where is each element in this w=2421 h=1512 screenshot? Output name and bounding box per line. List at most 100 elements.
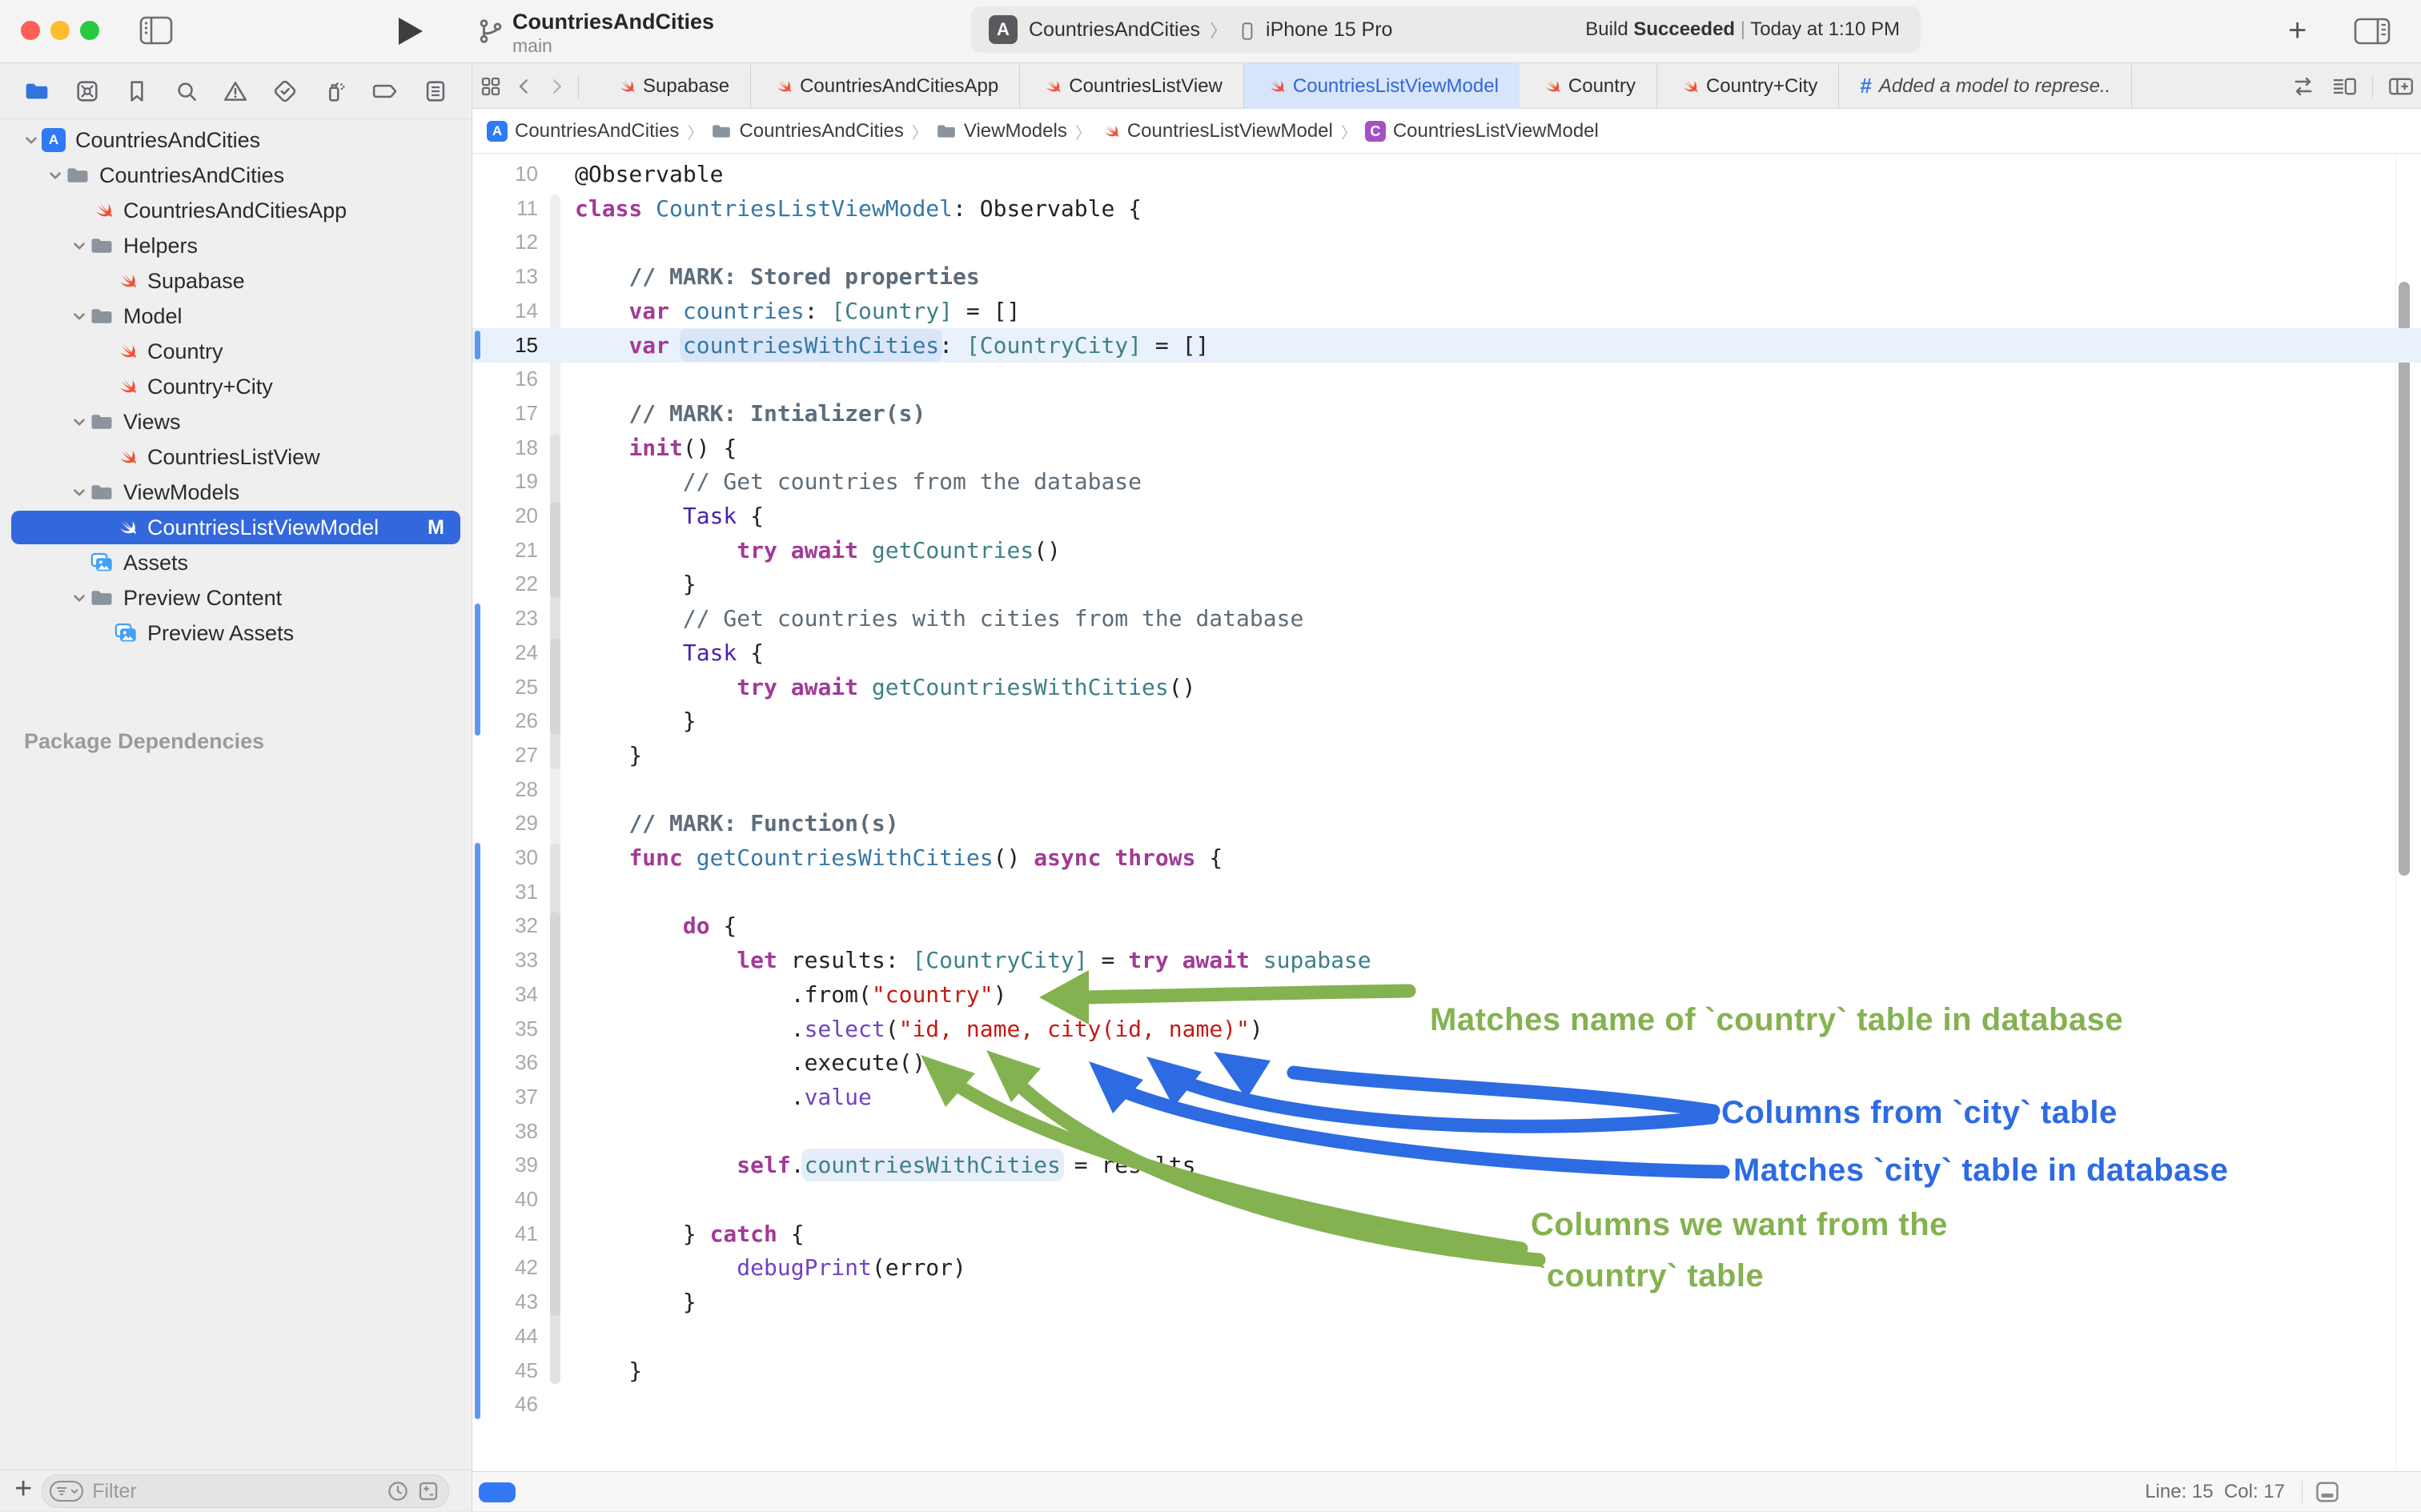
source-control-change-bar[interactable] [475, 843, 480, 1419]
disclosure-chevron-icon[interactable] [69, 483, 90, 501]
code-line-30[interactable]: func getCountriesWithCities() async thro… [575, 840, 1223, 875]
sidebar-item-countriesandcities[interactable]: ACountriesAndCities [0, 122, 472, 158]
code-line-32[interactable]: do { [575, 908, 737, 943]
minimize-window-button[interactable] [50, 21, 70, 40]
add-editor-icon[interactable] [2387, 74, 2415, 99]
disclosure-chevron-icon[interactable] [69, 589, 90, 607]
code-line-41[interactable]: } catch { [575, 1217, 805, 1251]
close-window-button[interactable] [21, 21, 40, 40]
bookmarks-icon[interactable] [123, 78, 151, 105]
sidebar-item-assets[interactable]: Assets [0, 545, 472, 580]
disclosure-chevron-icon[interactable] [21, 131, 42, 149]
code-line-35[interactable]: .select("id, name, city(id, name)") [575, 1012, 1263, 1046]
scheme-device[interactable]: iPhone 15 Pro [1266, 18, 1392, 42]
source-control-icon[interactable] [74, 78, 101, 105]
sidebar-toggle-icon[interactable] [138, 14, 175, 46]
editor-mode-indicator[interactable] [479, 1482, 516, 1502]
fold-ribbon[interactable] [550, 502, 560, 598]
code-line-23[interactable]: // Get countries with cities from the da… [575, 601, 1303, 636]
sidebar-item-country[interactable]: Country [0, 334, 472, 369]
sidebar-item-preview-content[interactable]: Preview Content [0, 580, 472, 616]
build-status[interactable]: Build Succeeded | Today at 1:10 PM [1585, 18, 1900, 41]
breakpoints-navigator-icon[interactable] [371, 78, 399, 105]
editor-layout-icon[interactable] [2352, 16, 2392, 46]
tab-supabase[interactable]: Supabase [594, 63, 751, 109]
tab-countriesandcitiesapp[interactable]: CountriesAndCitiesApp [751, 63, 1020, 109]
code-line-25[interactable]: try await getCountriesWithCities() [575, 670, 1195, 704]
recent-files-icon[interactable] [386, 1479, 410, 1503]
filter-field[interactable]: Filter [42, 1474, 449, 1508]
code-line-17[interactable]: // MARK: Intializer(s) [575, 396, 925, 431]
code-line-22[interactable]: } [575, 567, 697, 601]
tab-overview-icon[interactable] [479, 74, 503, 98]
project-navigator-icon[interactable] [22, 78, 51, 104]
breadcrumb-item-countrieslistviewmodel[interactable]: CCountriesListViewModel [1365, 120, 1599, 142]
zoom-window-button[interactable] [80, 21, 99, 40]
issues-navigator-icon[interactable] [222, 78, 249, 105]
tab-added-a-model-to-represe[interactable]: #Added a model to represe.. [1839, 63, 2132, 109]
code-line-34[interactable]: .from("country") [575, 977, 1006, 1012]
code-line-39[interactable]: self.countriesWithCities = results [575, 1148, 1195, 1182]
code-line-15[interactable]: var countriesWithCities: [CountryCity] =… [575, 328, 1209, 363]
sidebar-item-supabase[interactable]: Supabase [0, 263, 472, 299]
fold-ribbon[interactable] [550, 639, 560, 735]
editor-options-icon[interactable] [2331, 74, 2358, 99]
source-control-change-bar[interactable] [475, 331, 480, 360]
code-line-43[interactable]: } [575, 1285, 697, 1319]
sidebar-item-preview-assets[interactable]: Preview Assets [0, 616, 472, 651]
code-line-21[interactable]: try await getCountries() [575, 533, 1061, 568]
back-icon[interactable] [514, 74, 535, 98]
code-editor[interactable]: 10@Observable11class CountriesListViewMo… [472, 154, 2421, 1471]
scheme-target[interactable]: CountriesAndCities [1029, 18, 1200, 42]
scm-filter-icon[interactable] [416, 1479, 440, 1503]
code-line-20[interactable]: Task { [575, 499, 764, 533]
source-control-change-bar[interactable] [475, 604, 480, 736]
code-line-29[interactable]: // MARK: Function(s) [575, 806, 899, 840]
sidebar-item-views[interactable]: Views [0, 404, 472, 439]
code-line-18[interactable]: init() { [575, 431, 737, 465]
sidebar-item-viewmodels[interactable]: ViewModels [0, 475, 472, 510]
tab-countrieslistviewmodel[interactable]: CountriesListViewModel [1244, 63, 1520, 109]
add-file-button[interactable]: + [14, 1472, 32, 1506]
code-line-11[interactable]: class CountriesListViewModel: Observable… [575, 191, 1142, 226]
code-line-10[interactable]: @Observable [575, 157, 723, 191]
scheme-selector[interactable]: A CountriesAndCities 〉 iPhone 15 Pro Bui… [971, 6, 1921, 53]
code-line-45[interactable]: } [575, 1354, 642, 1388]
sidebar-item-helpers[interactable]: Helpers [0, 228, 472, 263]
debug-navigator-icon[interactable] [321, 78, 348, 105]
tab-countrieslistview[interactable]: CountriesListView [1020, 63, 1244, 109]
code-line-37[interactable]: .value [575, 1080, 872, 1114]
breadcrumb-item-countriesandcities[interactable]: ACountriesAndCities [487, 120, 679, 142]
new-tab-button[interactable]: + [2288, 13, 2307, 49]
forward-icon[interactable] [546, 74, 567, 98]
scrollbar[interactable] [2399, 282, 2410, 876]
code-line-27[interactable]: } [575, 738, 642, 772]
code-line-33[interactable]: let results: [CountryCity] = try await s… [575, 943, 1371, 977]
run-button[interactable] [399, 18, 423, 45]
code-line-14[interactable]: var countries: [Country] = [] [575, 294, 1020, 328]
code-line-26[interactable]: } [575, 704, 697, 738]
sidebar-item-country-city[interactable]: Country+City [0, 369, 472, 404]
tests-navigator-icon[interactable] [271, 78, 299, 105]
code-line-19[interactable]: // Get countries from the database [575, 464, 1142, 499]
disclosure-chevron-icon[interactable] [69, 307, 90, 325]
sidebar-item-countriesandcitiesapp[interactable]: CountriesAndCitiesApp [0, 193, 472, 228]
disclosure-chevron-icon[interactable] [69, 237, 90, 255]
find-navigator-icon[interactable] [173, 78, 200, 105]
sidebar-item-countrieslistview[interactable]: CountriesListView [0, 439, 472, 475]
sidebar-item-countriesandcities[interactable]: CountriesAndCities [0, 158, 472, 193]
code-line-13[interactable]: // MARK: Stored properties [575, 259, 980, 294]
tab-country-city[interactable]: Country+City [1657, 63, 1839, 109]
minimap-toggle-icon[interactable] [2314, 1480, 2341, 1504]
breadcrumb-item-countrieslistviewmodel[interactable]: CountriesListViewModel [1099, 120, 1333, 142]
tab-country[interactable]: Country [1520, 63, 1657, 109]
swap-editor-icon[interactable] [2291, 74, 2316, 99]
disclosure-chevron-icon[interactable] [69, 413, 90, 431]
code-line-36[interactable]: .execute() [575, 1045, 925, 1080]
reports-navigator-icon[interactable] [422, 78, 449, 105]
code-line-24[interactable]: Task { [575, 636, 764, 670]
breadcrumb-item-countriesandcities[interactable]: CountriesAndCities [711, 120, 903, 142]
fold-ribbon[interactable] [550, 912, 560, 1315]
breadcrumb-item-viewmodels[interactable]: ViewModels [936, 120, 1067, 142]
package-dependencies-header[interactable]: Package Dependencies [24, 729, 264, 754]
